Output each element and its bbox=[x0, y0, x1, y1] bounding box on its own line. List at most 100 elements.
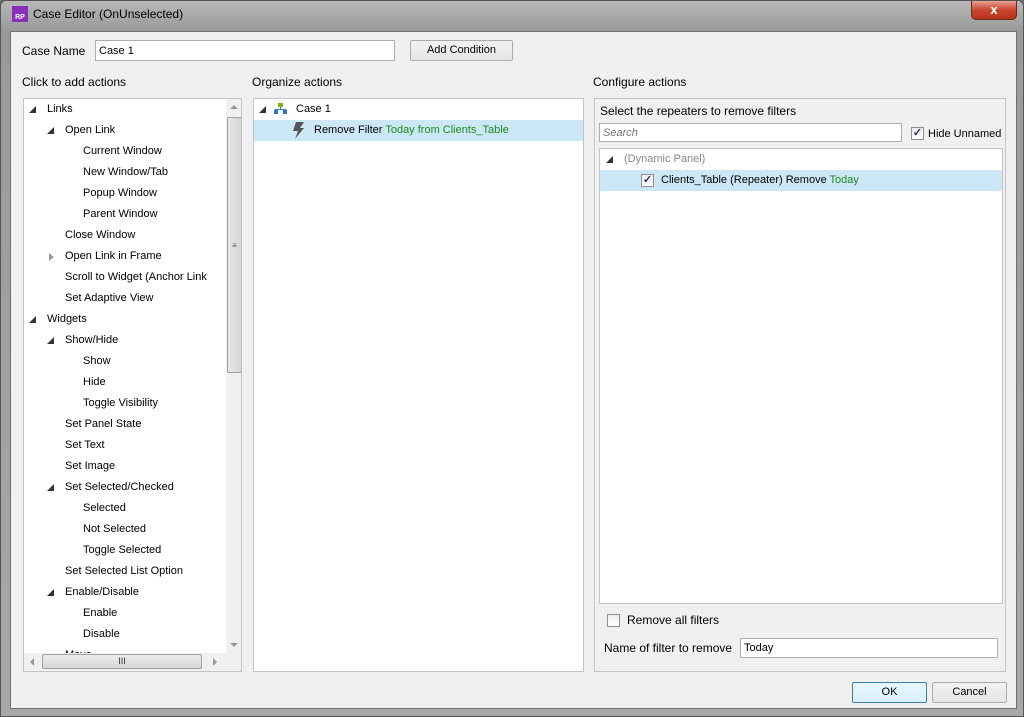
add-condition-button[interactable]: Add Condition bbox=[410, 40, 513, 61]
action-item[interactable]: Not Selected bbox=[24, 519, 226, 540]
search-input[interactable] bbox=[599, 123, 902, 142]
collapse-icon[interactable] bbox=[47, 127, 54, 134]
filter-name-label: Name of filter to remove bbox=[604, 641, 733, 655]
action-item[interactable]: Set Image bbox=[24, 456, 226, 477]
cancel-button[interactable]: Cancel bbox=[932, 682, 1007, 703]
action-item[interactable]: Show/Hide bbox=[24, 330, 226, 351]
middle-header: Organize actions bbox=[252, 75, 343, 89]
expand-icon[interactable] bbox=[259, 106, 266, 113]
action-item-label: Close Window bbox=[65, 229, 136, 241]
action-item[interactable]: Set Adaptive View bbox=[24, 288, 226, 309]
dialog-body: Case Name Add Condition Click to add act… bbox=[10, 31, 1017, 709]
action-item-label: Disable bbox=[83, 628, 120, 640]
remove-all-filters-label: Remove all filters bbox=[627, 613, 720, 627]
expand-icon[interactable] bbox=[606, 156, 613, 163]
action-item-label: Scroll to Widget (Anchor Link bbox=[65, 271, 207, 283]
hide-unnamed-label: Hide Unnamed bbox=[928, 128, 1002, 140]
case-name-input[interactable] bbox=[95, 40, 395, 61]
action-item[interactable]: Open Link in Frame bbox=[24, 246, 226, 267]
scroll-thumb[interactable]: ≡ bbox=[227, 117, 241, 373]
left-header: Click to add actions bbox=[22, 75, 127, 89]
case-name-label: Case Name bbox=[22, 44, 86, 58]
action-item-label: Toggle Selected bbox=[83, 544, 162, 556]
collapse-icon[interactable] bbox=[47, 337, 54, 344]
configure-actions-panel: Select the repeaters to remove filters ✓… bbox=[594, 98, 1006, 672]
action-item-label: New Window/Tab bbox=[83, 166, 168, 178]
case-label: Case 1 bbox=[296, 103, 331, 115]
action-item-label: Not Selected bbox=[83, 523, 146, 535]
collapse-icon[interactable] bbox=[47, 589, 54, 596]
group-label: (Dynamic Panel) bbox=[624, 153, 706, 165]
action-item[interactable]: Links bbox=[24, 99, 226, 120]
action-item[interactable]: Set Selected List Option bbox=[24, 561, 226, 582]
action-item[interactable]: Enable bbox=[24, 603, 226, 624]
collapse-icon[interactable] bbox=[29, 106, 36, 113]
vertical-scrollbar[interactable]: ≡ bbox=[226, 99, 241, 653]
right-header: Configure actions bbox=[593, 75, 687, 89]
case-editor-window: RP Case Editor (OnUnselected) x Case Nam… bbox=[0, 0, 1024, 717]
repeater-filter: Today bbox=[829, 174, 859, 186]
action-row[interactable]: Remove Filter Today from Clients_Table bbox=[254, 120, 583, 141]
action-item[interactable]: Popup Window bbox=[24, 183, 226, 204]
action-item[interactable]: Parent Window bbox=[24, 204, 226, 225]
action-detail: Today from Clients_Table bbox=[385, 124, 509, 136]
case-tree-icon bbox=[274, 103, 287, 114]
action-item-label: Parent Window bbox=[83, 208, 158, 220]
action-item[interactable]: New Window/Tab bbox=[24, 162, 226, 183]
action-item[interactable]: Enable/Disable bbox=[24, 582, 226, 603]
scroll-right-icon[interactable] bbox=[213, 658, 217, 666]
actions-tree: Links Open Link Current Window New Window/T… bbox=[23, 98, 242, 672]
repeater-checkbox[interactable]: ✓ bbox=[641, 174, 654, 187]
action-item-label: Open Link bbox=[65, 124, 116, 136]
action-item[interactable]: Scroll to Widget (Anchor Link bbox=[24, 267, 226, 288]
collapse-icon[interactable] bbox=[29, 316, 36, 323]
action-item[interactable]: Toggle Selected bbox=[24, 540, 226, 561]
remove-all-filters-checkbox[interactable] bbox=[607, 614, 620, 627]
repeater-row[interactable]: ✓ Clients_Table (Repeater) Remove Today bbox=[600, 170, 1002, 191]
title-bar[interactable]: RP Case Editor (OnUnselected) x bbox=[1, 1, 1023, 29]
action-item-label: Popup Window bbox=[83, 187, 157, 199]
action-item-label: Set Image bbox=[65, 460, 116, 472]
scroll-left-icon[interactable] bbox=[30, 658, 34, 666]
action-item-label: Hide bbox=[83, 376, 106, 388]
action-item[interactable]: Set Text bbox=[24, 435, 226, 456]
action-item[interactable]: Toggle Visibility bbox=[24, 393, 226, 414]
action-item-label: Show bbox=[83, 355, 111, 367]
action-item[interactable]: Current Window bbox=[24, 141, 226, 162]
action-item[interactable]: Set Selected/Checked bbox=[24, 477, 226, 498]
action-item-label: Current Window bbox=[83, 145, 162, 157]
action-item-label: Selected bbox=[83, 502, 126, 514]
action-item[interactable]: Open Link bbox=[24, 120, 226, 141]
action-item-label: Show/Hide bbox=[65, 334, 119, 346]
hide-unnamed-checkbox[interactable]: ✓ bbox=[911, 127, 924, 140]
ok-button[interactable]: OK bbox=[852, 682, 927, 703]
action-item-label: Set Text bbox=[65, 439, 105, 451]
scroll-up-icon[interactable] bbox=[230, 105, 238, 109]
filter-name-input[interactable] bbox=[740, 638, 998, 658]
action-item-label: Enable/Disable bbox=[65, 586, 139, 598]
action-item-label: Move bbox=[65, 645, 92, 653]
action-item[interactable]: Show bbox=[24, 351, 226, 372]
window-title: Case Editor (OnUnselected) bbox=[33, 7, 184, 21]
repeaters-tree: (Dynamic Panel) ✓ Clients_Table (Repeate… bbox=[599, 148, 1003, 604]
collapse-icon[interactable] bbox=[47, 484, 54, 491]
action-item[interactable]: Set Panel State bbox=[24, 414, 226, 435]
action-item[interactable]: Widgets bbox=[24, 309, 226, 330]
close-button[interactable]: x bbox=[971, 1, 1017, 20]
repeater-label: Clients_Table (Repeater) Remove bbox=[661, 174, 827, 186]
action-item-label: Toggle Visibility bbox=[83, 397, 159, 409]
action-item[interactable]: Disable bbox=[24, 624, 226, 645]
dynamic-panel-row[interactable]: (Dynamic Panel) bbox=[600, 149, 1002, 170]
action-item[interactable]: Move bbox=[24, 645, 226, 653]
action-item-label: Enable bbox=[83, 607, 118, 619]
case-row[interactable]: Case 1 bbox=[254, 99, 583, 120]
expand-icon[interactable] bbox=[49, 253, 54, 261]
horizontal-scrollbar[interactable]: III bbox=[24, 653, 241, 671]
hscroll-thumb[interactable]: III bbox=[42, 654, 202, 669]
repeaters-subheader: Select the repeaters to remove filters bbox=[600, 104, 797, 118]
action-item[interactable]: Selected bbox=[24, 498, 226, 519]
action-item[interactable]: Close Window bbox=[24, 225, 226, 246]
scroll-down-icon[interactable] bbox=[230, 643, 238, 647]
action-item-label: Set Panel State bbox=[65, 418, 142, 430]
action-item[interactable]: Hide bbox=[24, 372, 226, 393]
